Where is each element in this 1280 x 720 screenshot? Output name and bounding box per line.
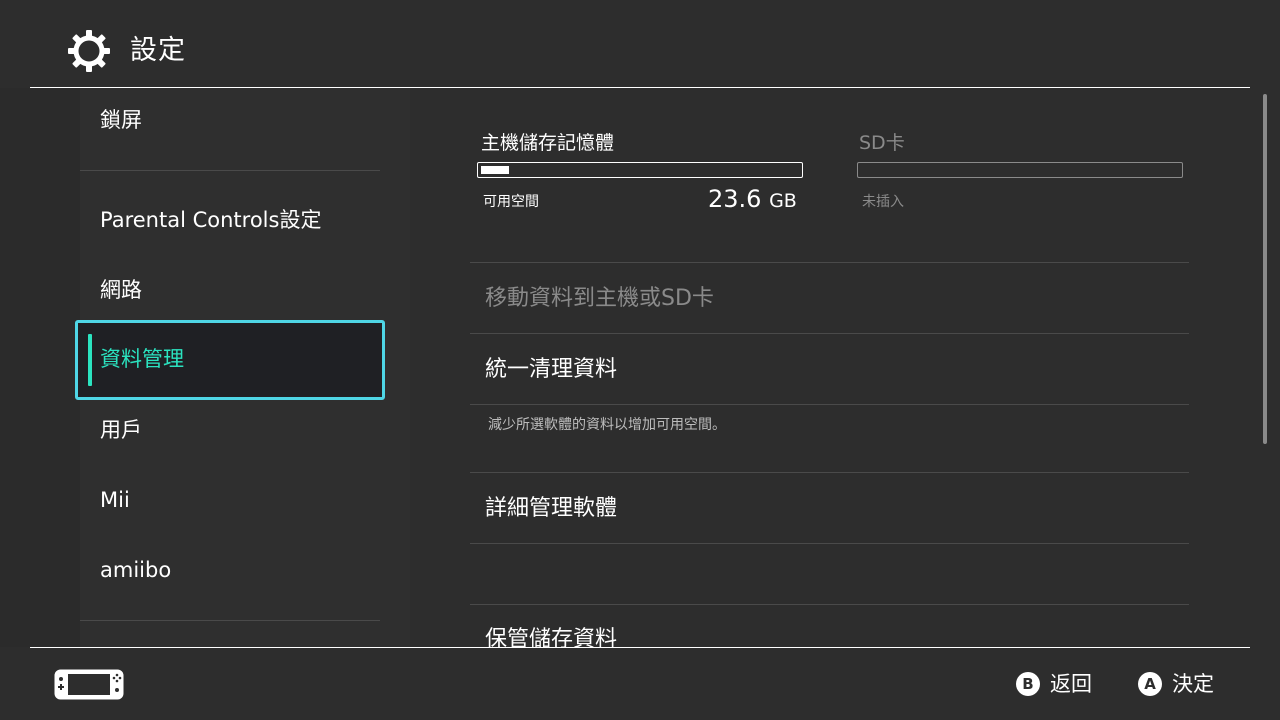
sidebar-item-network[interactable]: 網路 [100, 275, 142, 305]
sidebar-item-label: 資料管理 [100, 347, 184, 371]
manage-software-item[interactable]: 詳細管理軟體 [485, 494, 617, 524]
divider [470, 262, 1189, 263]
divider [470, 333, 1189, 334]
sd-card-status: 未插入 [862, 194, 904, 210]
cleanup-description: 減少所選軟體的資料以增加可用空間。 [488, 417, 726, 433]
sidebar-item-users[interactable]: 用戶 [100, 415, 142, 445]
sidebar-item-lock-screen[interactable]: 鎖屏 [100, 105, 142, 135]
a-button-icon: A [1138, 672, 1162, 696]
back-label: 返回 [1050, 672, 1092, 696]
main-panel: 主機儲存記憶體 可用空間 23.6 GB SD卡 未插入 移動資料到主機或SD卡… [410, 88, 1250, 647]
sidebar-item-data-management[interactable]: 資料管理 [75, 320, 385, 400]
sidebar-divider [80, 620, 380, 621]
console-icon [54, 669, 124, 700]
divider [470, 472, 1189, 473]
divider [470, 604, 1189, 605]
sidebar: 鎖屏 Parental Controls設定 網路 資料管理 用戶 Mii am… [0, 88, 410, 647]
divider [470, 543, 1189, 544]
console-storage-label: 主機儲存記憶體 [481, 132, 615, 154]
divider [470, 404, 1189, 405]
cleanup-data-item[interactable]: 統一清理資料 [485, 355, 617, 385]
free-space-unit: GB [769, 190, 797, 212]
free-space-number: 23.6 [708, 185, 762, 213]
sidebar-divider [80, 170, 380, 171]
free-space-value: 23.6 GB [708, 184, 797, 216]
page-title: 設定 [130, 35, 186, 66]
move-data-item[interactable]: 移動資料到主機或SD卡 [485, 284, 714, 314]
ok-hint[interactable]: A 決定 [1138, 670, 1214, 698]
console-storage-bar [477, 162, 803, 178]
b-button-icon: B [1016, 672, 1040, 696]
header: 設定 [0, 0, 1280, 88]
sidebar-item-mii[interactable]: Mii [100, 485, 130, 515]
sd-card-label: SD卡 [859, 132, 905, 154]
selection-indicator [88, 334, 92, 386]
sidebar-item-amiibo[interactable]: amiibo [100, 555, 171, 585]
sd-card-bar [857, 162, 1183, 178]
console-storage-fill [481, 166, 509, 174]
back-hint[interactable]: B 返回 [1016, 670, 1092, 698]
footer: B 返回 A 決定 [0, 648, 1280, 720]
sidebar-item-parental-controls[interactable]: Parental Controls設定 [100, 205, 321, 235]
ok-label: 決定 [1172, 672, 1214, 696]
scrollbar[interactable] [1263, 94, 1267, 444]
free-space-label: 可用空間 [483, 194, 539, 210]
save-data-item[interactable]: 保管儲存資料 [485, 625, 617, 647]
gear-icon [68, 30, 110, 72]
